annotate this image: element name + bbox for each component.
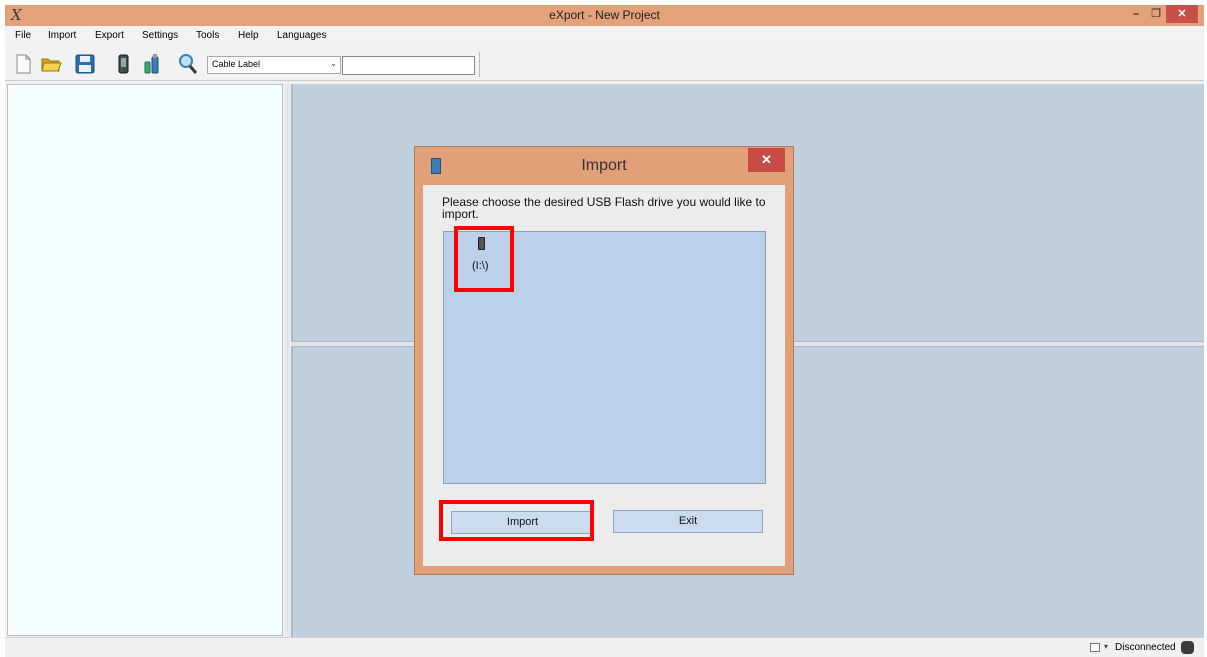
drive-highlight-box: [454, 226, 514, 292]
minimize-button[interactable]: –: [1126, 5, 1146, 23]
close-icon: ✕: [761, 152, 772, 167]
search-icon[interactable]: [177, 53, 199, 75]
dialog-prompt: Please choose the desired USB Flash driv…: [442, 195, 766, 221]
restore-button[interactable]: ❐: [1146, 5, 1166, 23]
exit-button[interactable]: Exit: [613, 510, 763, 533]
status-bar: ▾ Disconnected: [5, 637, 1204, 657]
device-icon[interactable]: [112, 53, 134, 75]
dialog-title: Import: [581, 157, 627, 174]
save-icon[interactable]: [74, 53, 96, 75]
window-title: eXport - New Project: [549, 8, 660, 22]
connection-led-icon: [1181, 641, 1194, 654]
close-button[interactable]: ✕: [1166, 5, 1198, 23]
menu-import[interactable]: Import: [48, 30, 76, 41]
toolbar-separator: [479, 52, 480, 77]
connection-status: Disconnected: [1115, 642, 1176, 653]
title-bar[interactable]: X eXport - New Project – ❐ ✕: [5, 5, 1204, 26]
new-document-icon[interactable]: [12, 53, 34, 75]
label-type-value: Cable Label: [212, 59, 261, 69]
label-type-dropdown[interactable]: Cable Label ⌄: [207, 56, 341, 74]
import-button-highlight-box: [439, 500, 594, 541]
project-tree-pane[interactable]: [7, 84, 283, 636]
close-icon: ✕: [1177, 8, 1187, 20]
menu-export[interactable]: Export: [95, 30, 124, 41]
search-input[interactable]: [342, 56, 475, 75]
chevron-down-icon: ⌄: [330, 59, 337, 68]
menu-languages[interactable]: Languages: [277, 30, 327, 41]
menu-settings[interactable]: Settings: [142, 30, 178, 41]
dropdown-arrow-icon[interactable]: ▾: [1104, 642, 1108, 651]
menu-help[interactable]: Help: [238, 30, 259, 41]
open-folder-icon[interactable]: [40, 53, 62, 75]
toolbar: Cable Label ⌄: [5, 47, 1204, 81]
vertical-splitter[interactable]: [285, 84, 290, 637]
menu-tools[interactable]: Tools: [196, 30, 219, 41]
menu-bar: File Import Export Settings Tools Help L…: [5, 26, 1204, 46]
status-device-icon[interactable]: [1090, 643, 1100, 652]
restore-icon: ❐: [1151, 8, 1161, 20]
usb-drive-icon[interactable]: [141, 53, 163, 75]
dialog-close-button[interactable]: ✕: [748, 148, 785, 172]
menu-file[interactable]: File: [15, 30, 31, 41]
minimize-icon: –: [1132, 8, 1140, 20]
